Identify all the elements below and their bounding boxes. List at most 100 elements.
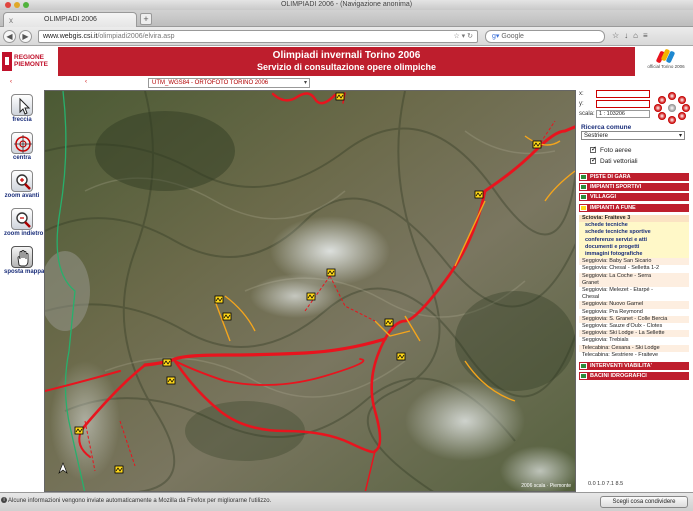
- category-impianti-sportivi[interactable]: IMPIANTI SPORTIVI: [579, 183, 689, 191]
- browser-window: OLIMPIADI 2006 - (Navigazione anonima) x…: [0, 0, 693, 511]
- arrow-pointer-icon: [11, 94, 33, 116]
- olympic-mark-icon: [655, 48, 676, 64]
- reload-icon[interactable]: ☆ ▾ ↻: [453, 31, 473, 43]
- tool-label: zoom indietro: [4, 231, 44, 237]
- x-coordinate-input[interactable]: [596, 90, 650, 98]
- tool-centra[interactable]: centra: [4, 132, 40, 161]
- url-path: /olimpiadi2006/elvira.asp: [97, 33, 175, 40]
- pan-west-icon[interactable]: [654, 104, 662, 112]
- category-villaggi[interactable]: VILLAGGI: [579, 193, 689, 201]
- foto-aeree-checkbox[interactable]: Foto aeree: [590, 145, 631, 154]
- list-item[interactable]: Seggiovia: Melezet - Etarpé -: [579, 287, 689, 295]
- list-item[interactable]: Telecabina: Cesana - Ski Lodge: [579, 344, 689, 352]
- tool-freccia[interactable]: freccia: [4, 94, 40, 123]
- tab-olimpiadi[interactable]: x OLIMPIADI 2006: [3, 12, 137, 27]
- minimize-window-icon[interactable]: [14, 2, 20, 8]
- new-tab-button[interactable]: +: [140, 13, 152, 25]
- category-label: INTERVENTI VIABILITA': [590, 363, 652, 369]
- y-label: y:: [579, 101, 584, 107]
- list-item[interactable]: Sciovia: Fraiteve 3: [579, 215, 689, 223]
- back-button[interactable]: ◀: [3, 30, 16, 43]
- category-bacini-idrografici[interactable]: BACINI IDROGRAFICI: [579, 372, 689, 380]
- pan-northwest-icon[interactable]: [658, 96, 666, 104]
- back-arrow-icon: ◀: [6, 32, 13, 41]
- search-input[interactable]: g▾ Google: [485, 30, 605, 43]
- tool-label: freccia: [12, 117, 32, 123]
- share-choice-button[interactable]: Scegli cosa condividere: [600, 496, 688, 508]
- download-icon[interactable]: ↓: [624, 31, 633, 40]
- list-item[interactable]: Seggiovia: Pra Reymond: [579, 308, 689, 316]
- addon-status-icons: 0.0 1.0 7.1 8.5: [588, 481, 624, 487]
- bookmark-icon[interactable]: ☆: [612, 31, 624, 40]
- info-icon: i: [1, 497, 7, 503]
- checkbox-checked-icon[interactable]: [590, 145, 597, 154]
- left-marker: ‹: [10, 79, 12, 85]
- category-piste-di-gara[interactable]: PISTE DI GARA: [579, 173, 689, 181]
- lift-detail-link[interactable]: conferenze servizi e atti: [579, 236, 689, 244]
- y-coordinate-input[interactable]: [596, 100, 650, 108]
- pan-southeast-icon[interactable]: [678, 112, 686, 120]
- list-item[interactable]: Seggiovia: S. Granet - Colle Bercia: [579, 315, 689, 324]
- pan-north-icon[interactable]: [668, 92, 676, 100]
- forward-arrow-icon: ▶: [22, 32, 29, 41]
- navigation-bar: ◀ ▶ www.webgis.csi.it/olimpiadi2006/elvi…: [0, 27, 693, 46]
- pan-east-icon[interactable]: [682, 104, 690, 112]
- right-marker: ‹: [85, 79, 87, 85]
- pan-southwest-icon[interactable]: [658, 112, 666, 120]
- zoom-in-icon: [11, 170, 33, 192]
- tab-title: OLIMPIADI 2006: [44, 16, 97, 23]
- zoom-out-icon: [11, 208, 33, 230]
- list-item[interactable]: Seggiovia: Sauze d'Oulx - Clotes: [579, 323, 689, 331]
- lift-detail-link[interactable]: immagini fotografiche: [579, 251, 689, 259]
- scale-input[interactable]: 1 : 103206: [596, 110, 650, 118]
- dati-vettoriali-label: Dati vettoriali: [600, 158, 638, 165]
- expand-icon: [580, 184, 587, 190]
- menu-icon[interactable]: ≡: [643, 31, 653, 40]
- forward-button[interactable]: ▶: [19, 30, 32, 43]
- tool-sposta-mappa[interactable]: sposta mappa: [4, 246, 44, 275]
- pan-compass[interactable]: [654, 92, 690, 124]
- home-icon[interactable]: ⌂: [633, 31, 643, 40]
- category-label: IMPIANTI SPORTIVI: [590, 184, 642, 190]
- category-interventi-viabilita[interactable]: INTERVENTI VIABILITA': [579, 362, 689, 370]
- lift-detail-link[interactable]: schede tecniche sportive: [579, 229, 689, 237]
- lift-detail-link[interactable]: documenti e progetti: [579, 243, 689, 252]
- list-item[interactable]: Seggiovia: La Coche - Serra: [579, 272, 689, 280]
- list-item[interactable]: Seggiovia: Ski Lodge - La Sellette: [579, 330, 689, 338]
- category-impianti-a-fune[interactable]: IMPIANTI A FUNE: [579, 204, 689, 212]
- map-viewport[interactable]: 2006 scala · Piemonte: [44, 90, 576, 492]
- list-item[interactable]: Seggiovia: Trebials: [579, 337, 689, 345]
- pan-northeast-icon[interactable]: [678, 96, 686, 104]
- map-toolbar: ‹ ‹ UTM_WGS84 - ORTOFOTO TORINO 2006: [0, 76, 693, 90]
- lift-detail-link[interactable]: schede tecniche: [579, 222, 689, 230]
- checkbox-checked-icon[interactable]: [590, 156, 597, 165]
- close-tab-icon[interactable]: x: [9, 14, 13, 28]
- list-item[interactable]: Telecabina: Sestriere - Fraiteve: [579, 351, 689, 360]
- tab-bar: x OLIMPIADI 2006 +: [0, 10, 693, 27]
- tool-zoom-avanti[interactable]: zoom avanti: [4, 170, 40, 199]
- map-copyright: 2006 scala · Piemonte: [521, 483, 571, 489]
- toolbar-icons: ☆↓⌂≡: [612, 31, 653, 40]
- list-item[interactable]: Granet: [579, 279, 689, 288]
- pan-south-icon[interactable]: [668, 116, 676, 124]
- pan-center-icon[interactable]: [668, 104, 676, 112]
- ortho-map[interactable]: [45, 91, 576, 492]
- url-bar[interactable]: www.webgis.csi.it/olimpiadi2006/elvira.a…: [38, 30, 478, 43]
- url-host: www.webgis.csi.it: [43, 33, 98, 40]
- list-item[interactable]: Seggiovia: Baby San Sicario: [579, 258, 689, 266]
- list-item[interactable]: Seggiovia: Chesal - Selletta 1-2: [579, 265, 689, 273]
- layer-select[interactable]: UTM_WGS84 - ORTOFOTO TORINO 2006: [148, 78, 310, 88]
- tool-zoom-indietro[interactable]: zoom indietro: [4, 208, 44, 237]
- search-engine-icon[interactable]: g▾: [492, 33, 499, 40]
- close-window-icon[interactable]: [5, 2, 11, 8]
- list-item[interactable]: Seggiovia: Nuovo Garnel: [579, 301, 689, 309]
- expand-icon: [580, 373, 587, 379]
- scale-label: scala:: [579, 111, 595, 117]
- regione-logo[interactable]: REGIONE PIEMONTE: [2, 50, 52, 73]
- maximize-window-icon[interactable]: [23, 2, 29, 8]
- logo-line-1: REGIONE: [14, 54, 44, 61]
- list-item[interactable]: Chesal: [579, 294, 689, 302]
- comune-select[interactable]: Sestriere: [581, 131, 685, 140]
- dati-vettoriali-checkbox[interactable]: Dati vettoriali: [590, 156, 638, 165]
- hand-pan-icon: [11, 246, 33, 268]
